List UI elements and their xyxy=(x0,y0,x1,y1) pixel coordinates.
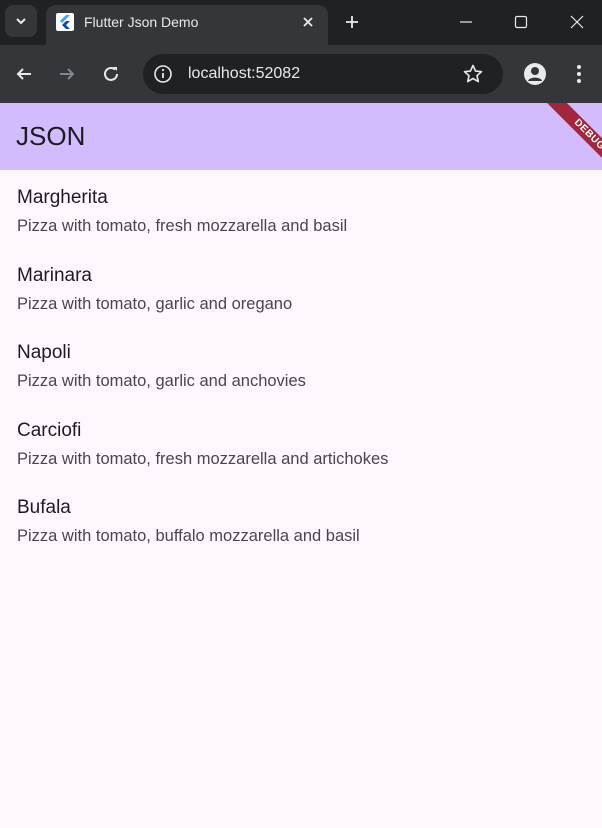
app-bar: JSON DEBUG xyxy=(0,103,602,170)
info-icon[interactable] xyxy=(153,64,173,84)
list-item[interactable]: Carciofi Pizza with tomato, fresh mozzar… xyxy=(0,403,602,481)
tab-title: Flutter Json Demo xyxy=(84,14,199,30)
list-item[interactable]: Marinara Pizza with tomato, garlic and o… xyxy=(0,248,602,326)
pizza-description: Pizza with tomato, garlic and oregano xyxy=(17,294,293,313)
browser-menu-button[interactable] xyxy=(565,60,593,88)
back-button[interactable] xyxy=(10,60,38,88)
debug-banner: DEBUG xyxy=(545,103,602,170)
chevron-down-icon xyxy=(16,18,26,25)
close-icon xyxy=(570,15,584,29)
tab-close-button[interactable] xyxy=(298,12,318,32)
maximize-icon xyxy=(514,15,528,29)
browser-toolbar: localhost:52082 xyxy=(0,45,602,103)
reload-button[interactable] xyxy=(97,60,125,88)
maximize-button[interactable] xyxy=(507,8,535,36)
page-title: JSON xyxy=(16,121,86,151)
pizza-name: Bufala xyxy=(17,497,71,519)
url-text[interactable]: localhost:52082 xyxy=(188,65,300,83)
pizza-description: Pizza with tomato, garlic and anchovies xyxy=(17,372,306,391)
list-item[interactable]: Margherita Pizza with tomato, fresh mozz… xyxy=(0,170,602,248)
new-tab-button[interactable] xyxy=(340,10,364,34)
list-item[interactable]: Bufala Pizza with tomato, buffalo mozzar… xyxy=(0,480,602,558)
plus-icon xyxy=(346,16,358,28)
address-bar[interactable]: localhost:52082 xyxy=(143,54,503,94)
minimize-button[interactable] xyxy=(452,8,480,36)
browser-tab-bar: Flutter Json Demo xyxy=(0,0,602,45)
pizza-name: Napoli xyxy=(17,342,71,364)
minimize-icon xyxy=(460,21,472,23)
close-icon xyxy=(303,17,313,27)
forward-button[interactable] xyxy=(53,60,81,88)
arrow-right-icon xyxy=(60,68,75,80)
pizza-list: Margherita Pizza with tomato, fresh mozz… xyxy=(0,170,602,558)
flutter-logo-icon xyxy=(56,13,74,31)
pizza-name: Margherita xyxy=(17,187,108,208)
arrow-left-icon xyxy=(16,68,31,80)
list-item[interactable]: Napoli Pizza with tomato, garlic and anc… xyxy=(0,325,602,403)
tab-search-button[interactable] xyxy=(5,5,37,37)
kebab-menu-icon xyxy=(577,65,581,83)
close-window-button[interactable] xyxy=(563,8,591,36)
pizza-name: Marinara xyxy=(17,264,92,286)
pizza-name: Carciofi xyxy=(17,419,82,441)
profile-button[interactable] xyxy=(521,60,549,88)
pizza-description: Pizza with tomato, buffalo mozzarella an… xyxy=(17,527,360,546)
pizza-description: Pizza with tomato, fresh mozzarella and … xyxy=(17,449,389,468)
person-icon xyxy=(524,63,546,85)
browser-tab[interactable]: Flutter Json Demo xyxy=(46,5,328,45)
reload-icon xyxy=(104,66,118,81)
pizza-description: Pizza with tomato, fresh mozzarella and … xyxy=(17,217,348,235)
star-icon[interactable] xyxy=(462,63,484,85)
